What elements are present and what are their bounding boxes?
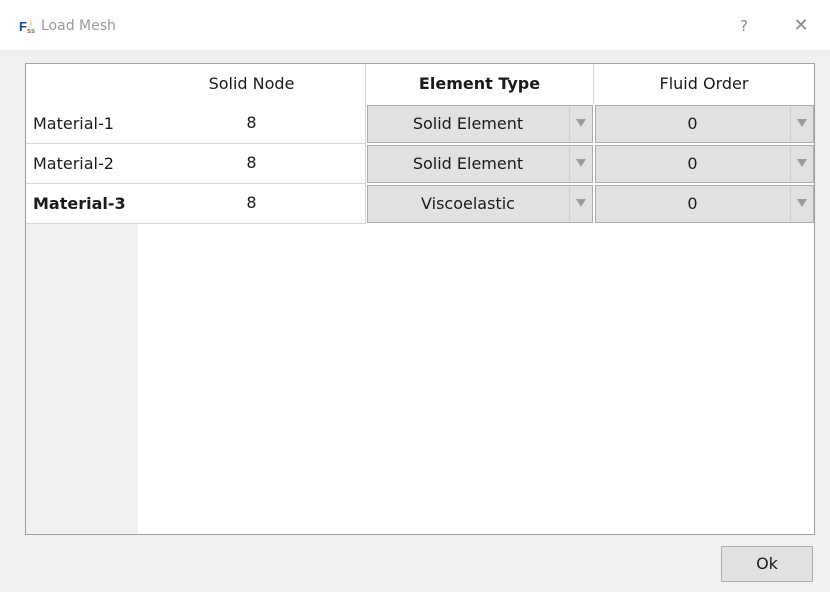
chevron-down-icon[interactable] (569, 146, 592, 182)
svg-text:i: i (30, 21, 32, 27)
column-header-fluid-order[interactable]: Fluid Order (594, 64, 814, 104)
fluid-order-value: 0 (687, 154, 698, 173)
svg-text:s: s (31, 28, 35, 34)
solid-node-cell[interactable]: 8 (138, 144, 366, 184)
element-type-select[interactable]: Solid Element (367, 105, 593, 143)
chevron-down-icon[interactable] (569, 186, 592, 222)
column-header-element-type[interactable]: Element Type (366, 64, 594, 104)
element-type-select[interactable]: Solid Element (367, 145, 593, 183)
element-type-value: Viscoelastic (421, 194, 515, 213)
chevron-down-icon[interactable] (569, 106, 592, 142)
element-type-select[interactable]: Viscoelastic (367, 185, 593, 223)
element-type-value: Solid Element (412, 154, 524, 173)
fluid-order-select[interactable]: 0 (595, 145, 814, 183)
chevron-down-icon[interactable] (790, 146, 813, 182)
row-header-material-3[interactable]: Material-3 (26, 184, 138, 224)
material-table: Solid Node Element Type Fluid Order Mate… (25, 63, 815, 535)
ok-button[interactable]: Ok (721, 546, 813, 582)
fss-logo-icon: F s s i (19, 19, 35, 34)
row-header-material-2[interactable]: Material-2 (26, 144, 138, 184)
chevron-down-icon[interactable] (790, 186, 813, 222)
fluid-order-select[interactable]: 0 (595, 105, 814, 143)
help-button[interactable]: ? (734, 15, 754, 37)
fluid-order-value: 0 (687, 114, 698, 133)
chevron-down-icon[interactable] (790, 106, 813, 142)
solid-node-cell[interactable]: 8 (138, 184, 366, 224)
load-mesh-dialog: F s s i Load Mesh ? ✕ Solid Node Element… (0, 0, 830, 597)
row-header-material-1[interactable]: Material-1 (26, 104, 138, 144)
solid-node-cell[interactable]: 8 (138, 104, 366, 144)
window-title: Load Mesh (41, 18, 116, 34)
svg-text:F: F (19, 19, 27, 34)
element-type-value: Solid Element (412, 114, 524, 133)
window-bottom-edge (0, 592, 830, 597)
close-button[interactable]: ✕ (790, 15, 812, 37)
fluid-order-select[interactable]: 0 (595, 185, 814, 223)
fluid-order-value: 0 (687, 194, 698, 213)
title-bar[interactable]: F s s i Load Mesh ? ✕ (0, 0, 830, 50)
column-header-solid-node[interactable]: Solid Node (138, 64, 366, 104)
table-corner (26, 64, 138, 104)
